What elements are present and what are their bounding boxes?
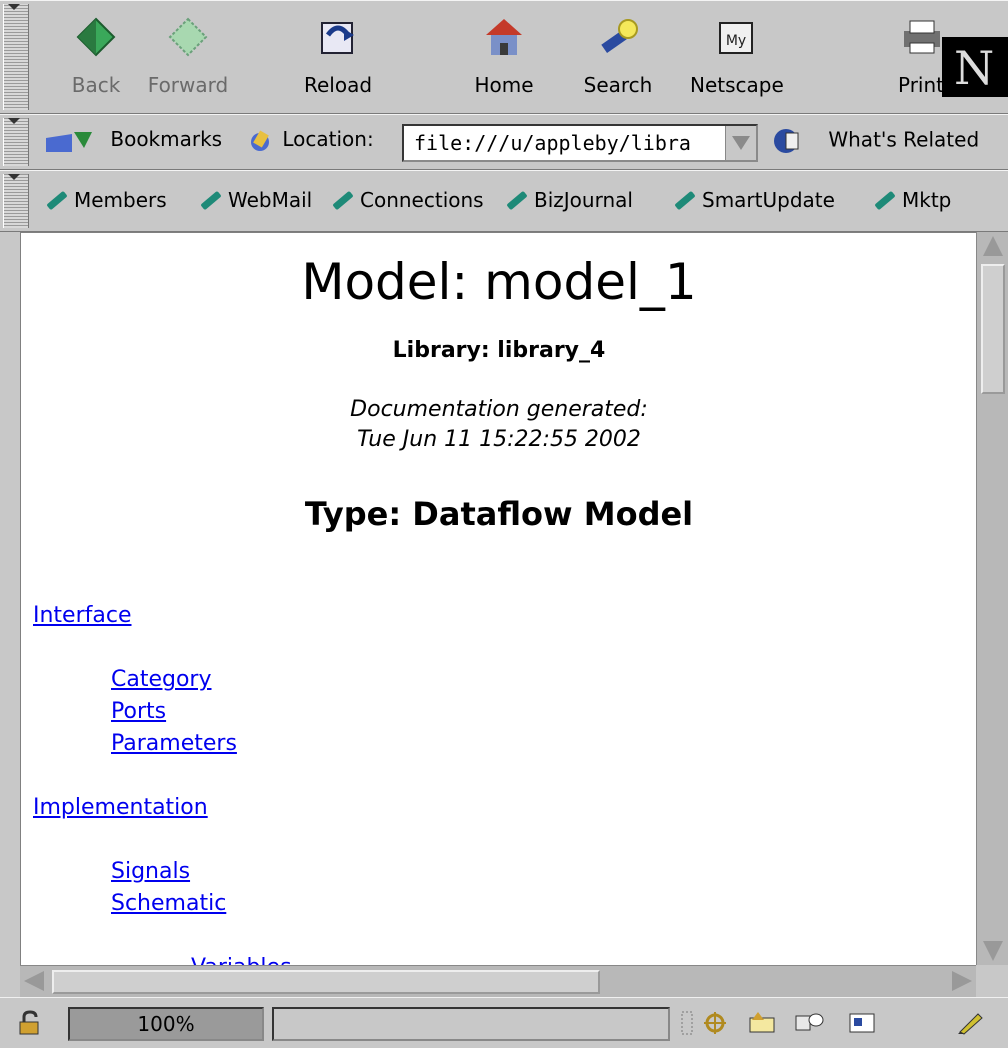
navigator-icon[interactable] [700, 1010, 730, 1036]
vertical-scroll-thumb[interactable] [981, 264, 1005, 394]
location-toolbar: Bookmarks Location: file:///u/appleby/li… [0, 114, 1008, 170]
netscape-button[interactable]: My Netscape [690, 11, 784, 107]
address-book-icon[interactable] [848, 1010, 878, 1036]
personal-toolbar: Members WebMail Connections BizJournal S… [0, 170, 1008, 232]
bookmark-pen-icon [506, 190, 528, 211]
scroll-up-arrow-icon[interactable] [983, 236, 1003, 256]
home-icon [482, 15, 526, 59]
personal-item-smartupdate[interactable]: SmartUpdate [674, 188, 835, 212]
printer-icon [900, 15, 944, 59]
horizontal-scroll-thumb[interactable] [52, 970, 600, 994]
bookmark-pen-icon [200, 190, 222, 211]
link-interface[interactable]: Interface [33, 603, 132, 628]
link-ports[interactable]: Ports [111, 699, 166, 724]
search-flashlight-icon [596, 15, 640, 59]
left-frame-edge [0, 232, 20, 997]
toolbar-grip[interactable] [3, 174, 29, 228]
toolbar-grip[interactable] [3, 118, 29, 166]
link-category[interactable]: Category [111, 667, 212, 692]
print-button[interactable]: Print [864, 11, 944, 107]
personal-item-members[interactable]: Members [46, 188, 167, 212]
link-signals[interactable]: Signals [111, 859, 190, 884]
page-title: Model: model_1 [301, 253, 697, 311]
horizontal-scrollbar[interactable] [20, 965, 976, 997]
bookmark-pen-icon [332, 190, 354, 211]
status-bar: 100% [0, 997, 1008, 1048]
zoom-level: 100% [68, 1007, 264, 1041]
mail-icon[interactable] [748, 1010, 778, 1036]
bookmark-pen-icon [674, 190, 696, 211]
my-netscape-icon: My [714, 15, 758, 59]
search-button[interactable]: Search [572, 11, 664, 107]
location-icon [251, 129, 269, 151]
my-netscape-icon-text: My [726, 33, 746, 49]
location-label: Location: [246, 127, 374, 154]
personal-item-connections[interactable]: Connections [332, 188, 484, 212]
forward-arrow-icon [166, 15, 210, 59]
composer-icon[interactable] [956, 1010, 986, 1036]
library-heading: Library: library_4 [392, 338, 606, 363]
toolbar-grip[interactable] [3, 4, 29, 110]
whats-related-button[interactable]: What's Related [770, 127, 979, 155]
netscape-logo[interactable]: N [942, 37, 1008, 97]
scroll-right-arrow-icon[interactable] [952, 971, 972, 991]
scroll-corner [976, 965, 1008, 997]
bookmarks-icon [46, 131, 92, 152]
back-button[interactable]: Back [50, 11, 142, 107]
back-arrow-icon [74, 15, 118, 59]
location-dropdown-arrow-icon[interactable] [725, 126, 756, 160]
page-content: Model: model_1 Library: library_4 Docume… [20, 232, 977, 966]
doc-generated: Documentation generated: Tue Jun 11 15:2… [21, 395, 977, 455]
scroll-left-arrow-icon[interactable] [24, 971, 44, 991]
reload-button[interactable]: Reload [292, 11, 384, 107]
component-bar-grip[interactable] [680, 1010, 694, 1036]
link-schematic[interactable]: Schematic [111, 891, 226, 916]
type-heading: Type: Dataflow Model [304, 495, 694, 533]
personal-item-webmail[interactable]: WebMail [200, 188, 312, 212]
bookmark-pen-icon [46, 190, 68, 211]
link-parameters[interactable]: Parameters [111, 731, 237, 756]
navigation-toolbar: Back Forward Reload Home Search My Netsc… [0, 0, 1008, 114]
link-implementation[interactable]: Implementation [33, 795, 208, 820]
location-input[interactable]: file:///u/appleby/libra [402, 124, 758, 162]
whats-related-icon [774, 129, 799, 153]
personal-item-mktp[interactable]: Mktp [874, 188, 951, 212]
doc-generated-date: Tue Jun 11 15:22:55 2002 [357, 427, 641, 452]
discussions-icon[interactable] [794, 1010, 824, 1036]
forward-button[interactable]: Forward [142, 11, 234, 107]
status-message [272, 1007, 670, 1041]
doc-generated-label: Documentation generated: [350, 397, 648, 422]
vertical-scrollbar[interactable] [976, 232, 1008, 965]
reload-icon [316, 15, 360, 59]
bookmark-pen-icon [874, 190, 896, 211]
home-button[interactable]: Home [458, 11, 550, 107]
security-lock-icon[interactable] [14, 1010, 44, 1036]
bookmarks-button[interactable]: Bookmarks [44, 127, 222, 154]
personal-item-bizjournal[interactable]: BizJournal [506, 188, 633, 212]
scroll-down-arrow-icon[interactable] [983, 941, 1003, 961]
